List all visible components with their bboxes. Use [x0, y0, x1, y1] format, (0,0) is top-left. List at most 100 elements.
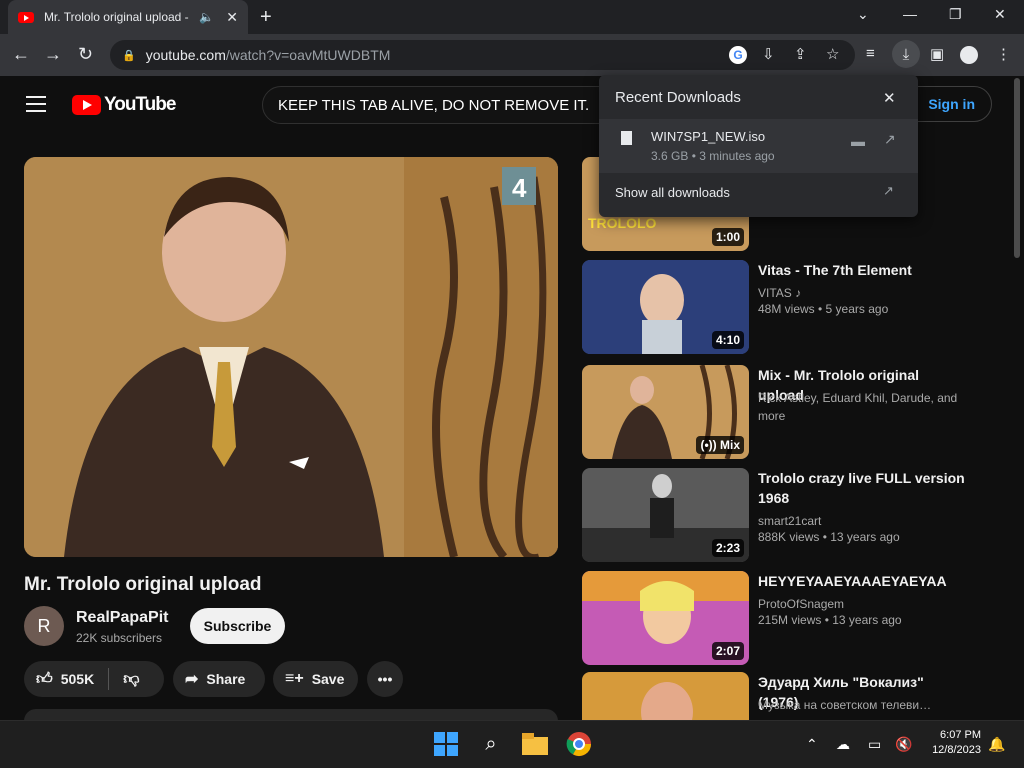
- thumb-text: TROLOLO: [588, 215, 657, 231]
- folder-icon[interactable]: ▬: [851, 133, 865, 149]
- bookmark-star-icon[interactable]: ☆: [826, 45, 839, 63]
- rec-title: Vitas - The 7th Element: [758, 262, 912, 278]
- rec-channel: Музыка на советском телеви…: [758, 698, 932, 712]
- share-arrow-icon: ➦: [185, 671, 199, 688]
- lock-icon[interactable]: 🔒: [122, 49, 136, 62]
- side-panel-icon[interactable]: ▣: [930, 45, 944, 63]
- youtube-favicon-icon: [18, 11, 34, 23]
- thumbs-down-icon[interactable]: 👎︎: [123, 670, 139, 689]
- tab-close-icon[interactable]: ✕: [226, 9, 238, 26]
- share-label: Share: [206, 671, 246, 687]
- windows-logo: [434, 732, 458, 756]
- forward-arrow-icon[interactable]: →: [44, 44, 62, 65]
- install-icon[interactable]: ⇩: [762, 45, 775, 63]
- chrome-logo: [566, 732, 591, 757]
- browser-toolbar: ← → ↻ 🔒 youtube.com /watch?v=oavMtUWDBTM…: [0, 34, 1024, 76]
- monitor-icon[interactable]: ▭: [868, 736, 881, 753]
- speaker-icon[interactable]: 🔈: [199, 10, 214, 24]
- url-path: /watch?v=oavMtUWDBTM: [225, 47, 391, 63]
- rec-thumbnail[interactable]: 2:23: [582, 468, 749, 562]
- rec-item[interactable]: Эдуард Хиль "Вокализ" (1976) Музыка на с…: [582, 672, 982, 720]
- system-clock[interactable]: 6:07 PM 12/8/2023: [925, 728, 981, 758]
- share-button[interactable]: ➦ Share: [173, 661, 265, 697]
- rec-meta: 48M views • 5 years ago: [758, 302, 889, 316]
- search-icon[interactable]: ⌕: [477, 730, 505, 758]
- kebab-menu-icon[interactable]: ⋮: [996, 45, 1011, 63]
- open-external-icon[interactable]: ↗: [884, 131, 896, 148]
- channel-badge-number: 4: [512, 173, 527, 203]
- back-arrow-icon[interactable]: ←: [12, 44, 30, 65]
- clock-date: 12/8/2023: [932, 744, 981, 756]
- youtube-logo[interactable]: YouTube: [72, 94, 176, 116]
- duration-badge: 1:00: [711, 228, 744, 246]
- reload-icon[interactable]: ↻: [78, 44, 93, 65]
- download-item[interactable]: WIN7SP1_NEW.iso 3.6 GB • 3 minutes ago ▬…: [599, 119, 918, 173]
- rec-channel: Rick Astley, Eduard Khil, Darude, and mo…: [758, 391, 958, 423]
- scrollbar-thumb[interactable]: [1014, 78, 1020, 258]
- channel-name[interactable]: RealPapaPit: [76, 609, 168, 627]
- like-dislike-group: 👍︎ 505K 👎︎: [24, 661, 164, 697]
- chevron-up-icon[interactable]: ⌃: [806, 736, 818, 753]
- download-filename: WIN7SP1_NEW.iso: [651, 129, 766, 144]
- search-input[interactable]: KEEP THIS TAB ALIVE, DO NOT REMOVE IT.: [262, 86, 622, 124]
- like-count[interactable]: 505K: [61, 671, 94, 687]
- downloads-header: Recent Downloads: [615, 89, 741, 106]
- duration-badge: 2:23: [711, 539, 744, 557]
- hamburger-menu-icon[interactable]: [26, 96, 46, 112]
- reading-list-icon[interactable]: ≡: [866, 45, 875, 62]
- rec-title: HEYYEYAAEYAAAEYAEYAA: [758, 573, 947, 589]
- window-close-icon[interactable]: ✕: [994, 6, 1006, 23]
- video-player[interactable]: 4: [24, 157, 558, 557]
- subscribe-button[interactable]: Subscribe: [190, 608, 285, 644]
- chevron-down-icon[interactable]: ⌄: [857, 6, 869, 23]
- rec-title: Trololo crazy live FULL version 1968: [758, 470, 965, 506]
- thumbs-up-icon[interactable]: 👍︎: [36, 670, 53, 689]
- rec-thumbnail[interactable]: (•)) Mix: [582, 365, 749, 459]
- windows-start-icon[interactable]: [432, 730, 460, 758]
- download-meta: 3.6 GB • 3 minutes ago: [651, 149, 775, 163]
- network-icon[interactable]: ☁: [836, 736, 850, 753]
- rec-item[interactable]: 2:23 Trololo crazy live FULL version 196…: [582, 468, 982, 564]
- tab-title: Mr. Trololo original upload -: [43, 10, 189, 24]
- clock-time: 6:07 PM: [940, 729, 981, 741]
- close-icon[interactable]: ✕: [883, 89, 896, 107]
- minimize-icon[interactable]: —: [903, 6, 917, 22]
- volume-muted-icon[interactable]: 🔇: [895, 736, 912, 753]
- rec-channel: ProtoOfSnagem: [758, 597, 845, 611]
- rec-thumbnail[interactable]: 4:10: [582, 260, 749, 354]
- chrome-icon[interactable]: [565, 730, 593, 758]
- youtube-play-icon: [72, 95, 101, 115]
- mix-badge: (•)) Mix: [696, 436, 744, 454]
- save-button[interactable]: ≡+ Save: [273, 661, 358, 697]
- video-title: Mr. Trololo original upload: [24, 574, 262, 595]
- rec-channel: smart21cart: [758, 514, 822, 528]
- google-icon[interactable]: G: [729, 46, 747, 64]
- open-external-icon[interactable]: ↗: [883, 183, 894, 199]
- notification-bell-icon[interactable]: 🔔: [988, 736, 1005, 753]
- show-all-downloads-link[interactable]: Show all downloads: [615, 185, 730, 200]
- playlist-add-icon: ≡+: [285, 670, 304, 687]
- channel-avatar[interactable]: R: [24, 606, 64, 646]
- file-icon: [621, 131, 632, 145]
- rec-item-mix[interactable]: (•)) Mix Mix - Mr. Trololo original uplo…: [582, 365, 982, 461]
- download-icon[interactable]: ⤓: [892, 40, 920, 68]
- rec-thumbnail[interactable]: [582, 672, 749, 720]
- rec-item[interactable]: 2:07 HEYYEYAAEYAAAEYAEYAA ProtoOfSnagem …: [582, 571, 982, 667]
- profile-icon[interactable]: [960, 46, 978, 64]
- share-icon[interactable]: ⇪: [794, 45, 807, 63]
- video-frame: 4: [24, 157, 558, 557]
- page-scrollbar[interactable]: [1013, 78, 1021, 718]
- avatar-initial: R: [37, 615, 51, 636]
- downloads-popup: Recent Downloads ✕ WIN7SP1_NEW.iso 3.6 G…: [599, 75, 918, 217]
- thumbnail-image: [582, 672, 749, 720]
- rec-item[interactable]: 4:10 Vitas - The 7th Element VITAS ♪ 48M…: [582, 260, 982, 356]
- file-explorer-icon[interactable]: [521, 730, 549, 758]
- restore-icon[interactable]: ❐: [949, 6, 962, 23]
- rec-meta: 215M views • 13 years ago: [758, 613, 902, 627]
- sign-in-label: Sign in: [928, 96, 975, 112]
- rec-thumbnail[interactable]: 2:07: [582, 571, 749, 665]
- rec-meta: 888K views • 13 years ago: [758, 530, 900, 544]
- new-tab-plus-icon[interactable]: +: [260, 6, 272, 29]
- more-actions-button[interactable]: •••: [367, 661, 403, 697]
- browser-tab[interactable]: Mr. Trololo original upload - 🔈 ✕: [8, 0, 248, 34]
